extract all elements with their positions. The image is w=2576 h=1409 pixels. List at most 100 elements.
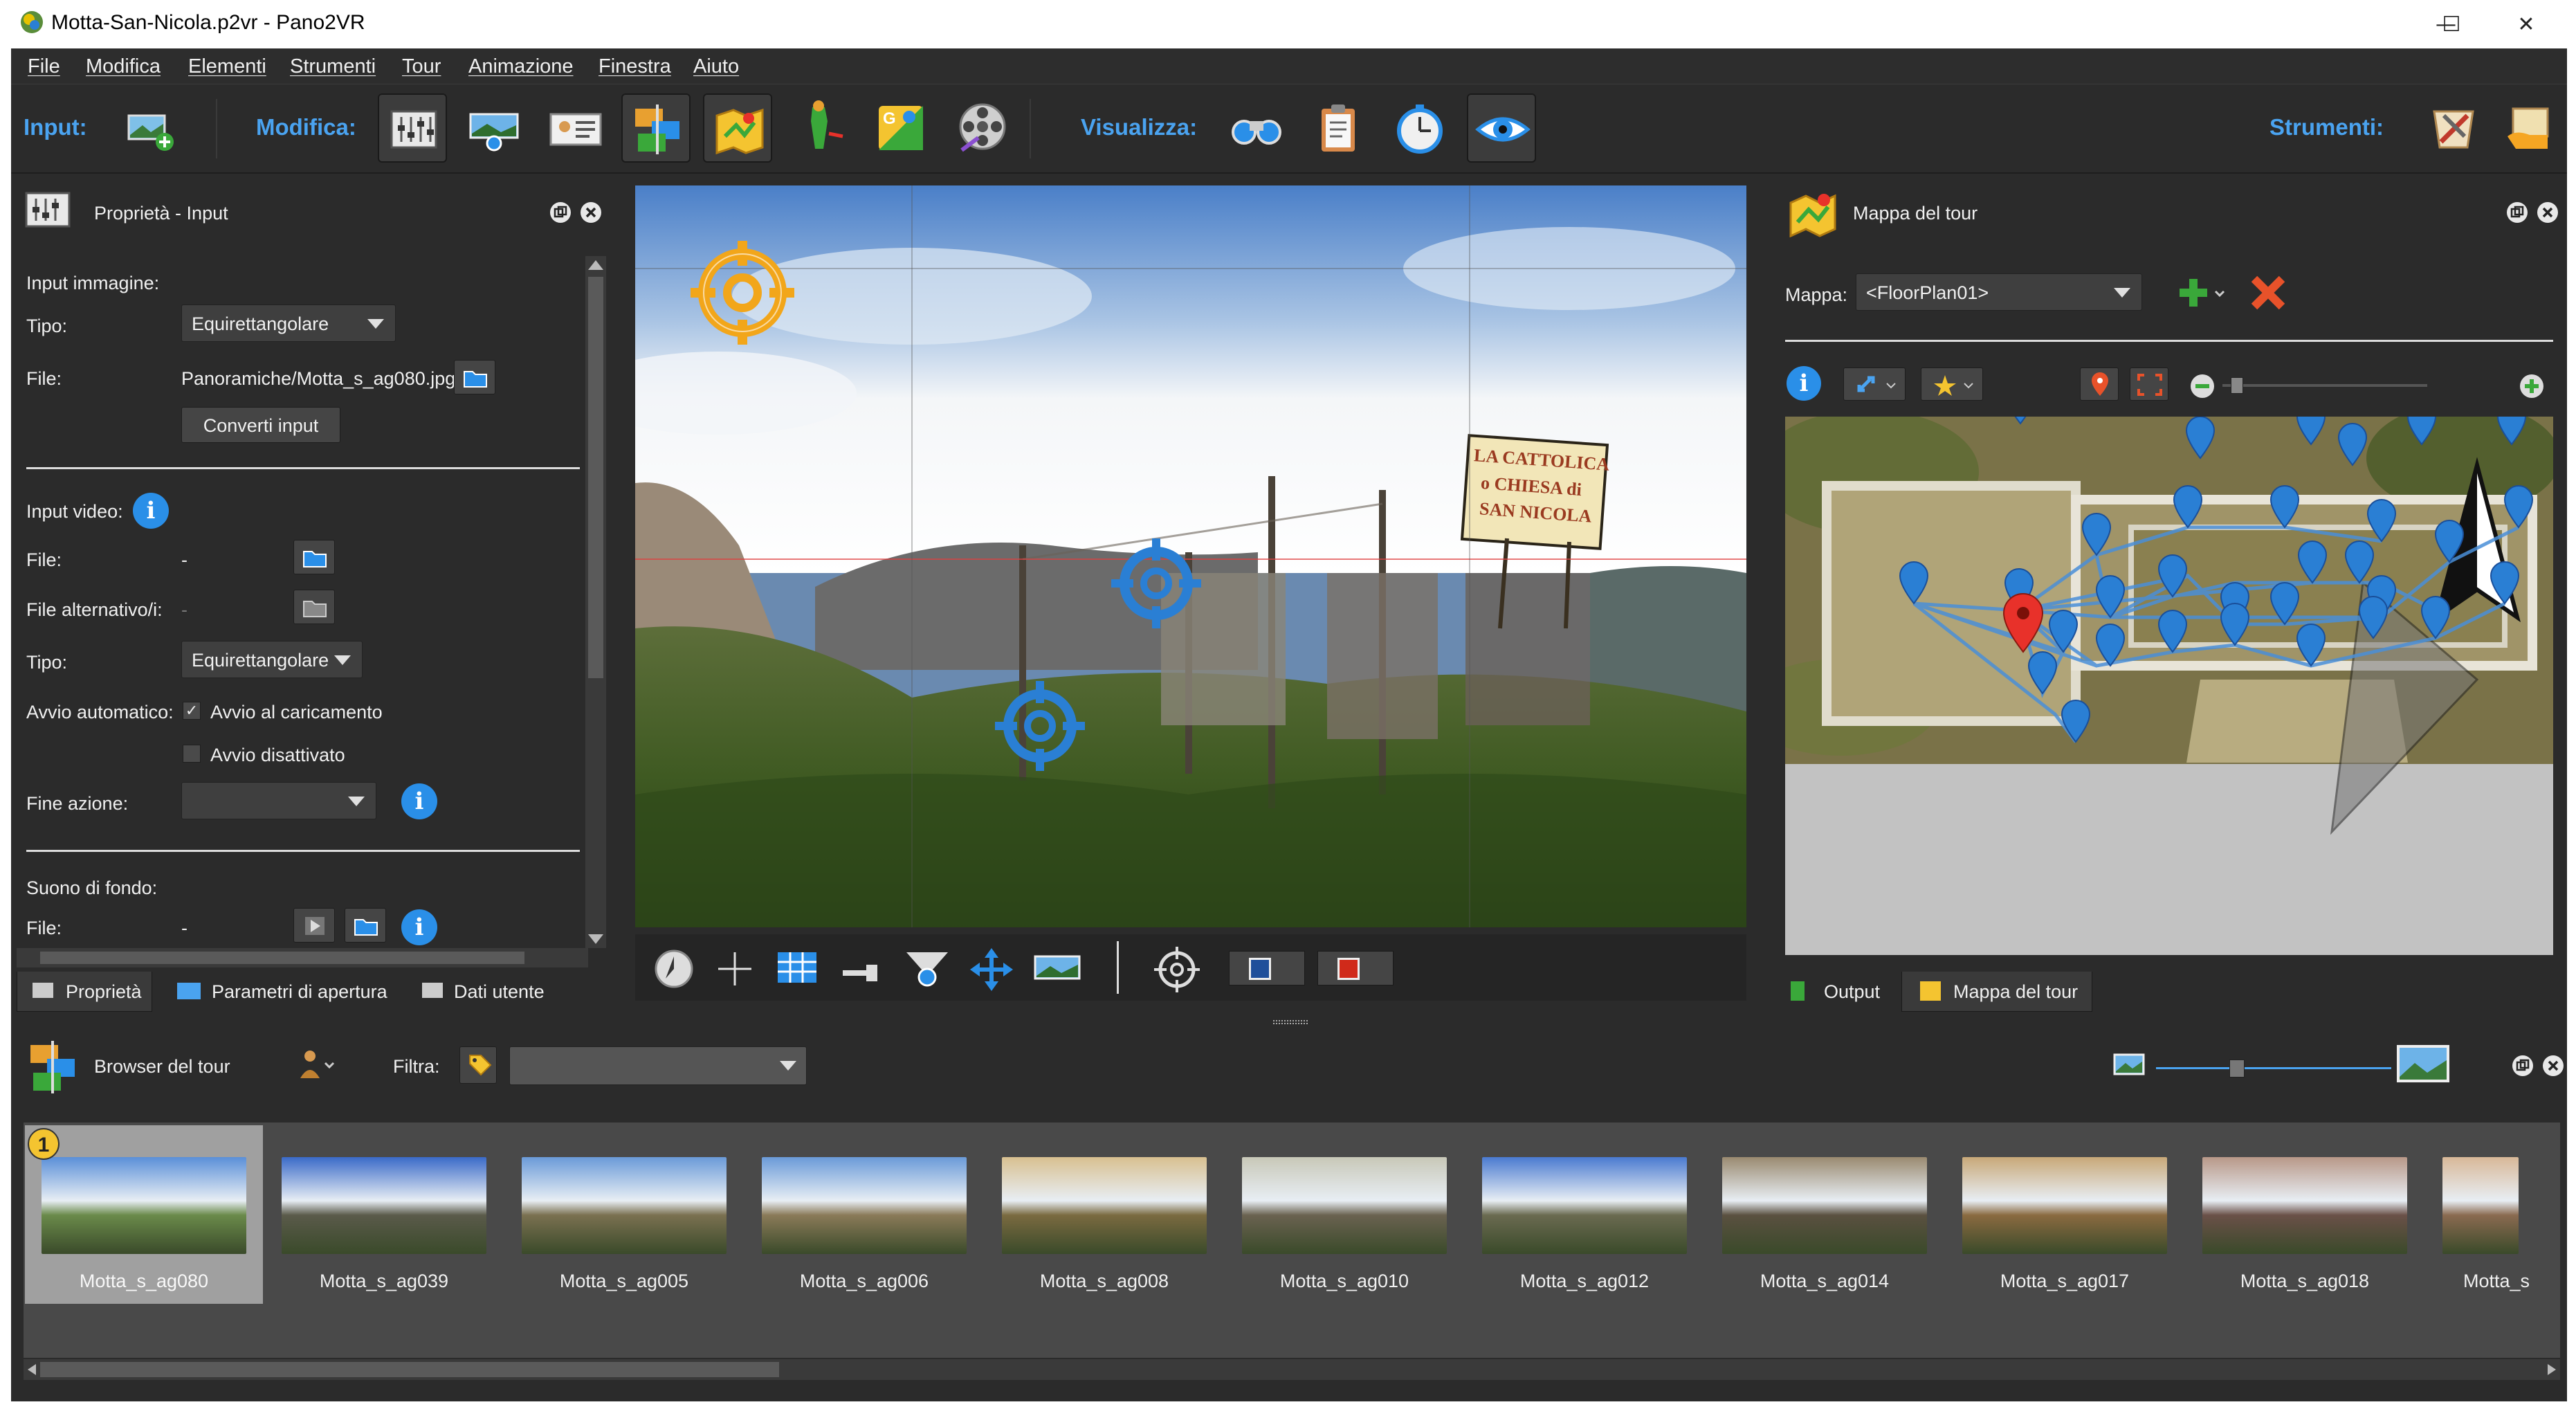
link-mode-button[interactable] xyxy=(1843,367,1906,401)
tab-output[interactable]: Output xyxy=(1773,972,1897,1012)
add-pin-button[interactable] xyxy=(2080,367,2119,401)
active-map-pin-icon[interactable] xyxy=(2002,593,2044,653)
image-type-select[interactable]: Equirettangolare xyxy=(181,304,396,342)
sort-person-icon[interactable] xyxy=(295,1048,338,1082)
info-icon[interactable]: i xyxy=(401,783,437,819)
splitter-handle[interactable] xyxy=(1273,1020,1308,1024)
map-pin-icon[interactable] xyxy=(2095,575,2126,619)
browse-video-button[interactable] xyxy=(293,540,335,574)
tab-user-data[interactable]: Dati utente xyxy=(404,972,560,1012)
autostart-on-checkbox[interactable]: ✓ xyxy=(183,702,201,720)
fit-map-button[interactable] xyxy=(2130,367,2168,401)
close-panel-icon[interactable] xyxy=(580,201,602,224)
tour-browser-button[interactable] xyxy=(621,93,691,163)
tab-tour-map[interactable]: Mappa del tour xyxy=(1901,972,2092,1012)
user-data-icon[interactable] xyxy=(541,93,610,163)
marker-style-button[interactable] xyxy=(1921,367,1983,401)
browse-alt-file-button[interactable] xyxy=(293,590,335,624)
clipboard-icon[interactable] xyxy=(1304,93,1373,163)
compass-icon[interactable] xyxy=(653,948,695,990)
crosshair-plus-icon[interactable] xyxy=(715,949,754,988)
map-pin-icon[interactable] xyxy=(2344,540,2375,584)
scroll-thumb[interactable] xyxy=(40,952,524,964)
large-thumbnail-icon[interactable] xyxy=(2395,1042,2451,1087)
scroll-thumb[interactable] xyxy=(588,277,603,678)
viewing-parameters-icon[interactable] xyxy=(459,93,529,163)
map-pin-icon[interactable] xyxy=(2490,561,2520,605)
hotspot-target-icon[interactable] xyxy=(995,681,1085,771)
panorama-viewer[interactable]: LA CATTOLICA o CHIESA di SAN NICOLA xyxy=(635,185,1746,927)
filter-input[interactable] xyxy=(509,1046,807,1085)
map-pin-icon[interactable] xyxy=(2496,417,2527,446)
info-icon[interactable]: i xyxy=(133,493,169,529)
properties-vertical-scrollbar[interactable] xyxy=(585,256,606,948)
add-map-icon[interactable] xyxy=(2175,273,2231,312)
map-pin-icon[interactable] xyxy=(2297,540,2328,584)
map-pin-icon[interactable] xyxy=(2296,417,2326,446)
properties-horizontal-scrollbar[interactable] xyxy=(17,948,588,967)
map-pin-icon[interactable] xyxy=(2081,513,2112,556)
add-input-icon[interactable] xyxy=(115,93,184,163)
autostart-off-checkbox[interactable] xyxy=(183,745,201,763)
map-pin-icon[interactable] xyxy=(2366,499,2397,543)
floor-plan-map[interactable] xyxy=(1785,417,2553,955)
map-pin-icon[interactable] xyxy=(2269,582,2300,626)
map-pin-icon[interactable] xyxy=(2157,610,2188,653)
menu-finestra[interactable]: Finestra xyxy=(599,55,671,78)
close-panel-icon[interactable] xyxy=(2537,201,2559,224)
map-pin-icon[interactable] xyxy=(1899,561,1929,605)
menu-tour[interactable]: Tour xyxy=(402,55,441,78)
scroll-thumb[interactable] xyxy=(40,1362,779,1377)
panorama-view-icon[interactable] xyxy=(1032,948,1082,990)
hotspot-target-icon[interactable] xyxy=(1111,538,1201,628)
binoculars-icon[interactable] xyxy=(1222,93,1291,163)
video-type-select[interactable]: Equirettangolare xyxy=(181,641,363,678)
grid-icon[interactable] xyxy=(774,947,822,991)
menu-modifica[interactable]: Modifica xyxy=(86,55,161,78)
properties-sliders-button[interactable] xyxy=(378,93,447,163)
tools-wrench-icon[interactable] xyxy=(2419,93,2488,163)
browse-sound-button[interactable] xyxy=(345,908,386,943)
zoom-out-icon[interactable] xyxy=(2189,373,2216,399)
info-icon[interactable]: i xyxy=(1787,366,1821,401)
map-pin-icon[interactable] xyxy=(2358,596,2388,639)
play-sound-button[interactable] xyxy=(293,908,335,943)
map-pin-icon[interactable] xyxy=(2027,651,2058,695)
close-button[interactable]: ✕ xyxy=(2502,6,2550,43)
map-pin-icon[interactable] xyxy=(2095,624,2126,667)
map-pin-icon[interactable] xyxy=(2420,596,2451,639)
float-panel-icon[interactable] xyxy=(2512,1055,2534,1077)
close-panel-icon[interactable] xyxy=(2542,1055,2564,1077)
map-pin-icon[interactable] xyxy=(2173,485,2203,529)
slider-thumb[interactable] xyxy=(2229,1060,2245,1078)
target-icon[interactable] xyxy=(1153,945,1201,994)
float-panel-icon[interactable] xyxy=(2506,201,2528,224)
animation-film-icon[interactable] xyxy=(948,93,1017,163)
panorama-thumbnail[interactable] xyxy=(522,1157,727,1254)
panorama-thumbnail[interactable] xyxy=(762,1157,967,1254)
maximize-button[interactable]: ☐ xyxy=(2427,6,2476,43)
google-street-view-icon[interactable]: G xyxy=(866,93,935,163)
panorama-thumbnail[interactable] xyxy=(1482,1157,1687,1254)
viewing-cone-icon[interactable] xyxy=(902,945,952,992)
menu-animazione[interactable]: Animazione xyxy=(468,55,574,78)
map-pin-icon[interactable] xyxy=(2337,423,2368,466)
panorama-thumbnail[interactable] xyxy=(282,1157,486,1254)
panorama-thumbnail[interactable] xyxy=(1242,1157,1447,1254)
move-arrows-icon[interactable] xyxy=(967,945,1016,994)
zoom-in-icon[interactable] xyxy=(2519,373,2545,399)
panorama-thumbnail[interactable] xyxy=(2202,1157,2407,1254)
polygon-color-picker-red[interactable] xyxy=(1317,951,1394,985)
panorama-thumbnail[interactable] xyxy=(1002,1157,1207,1254)
convert-input-button[interactable]: Converti input xyxy=(181,407,340,443)
panorama-thumbnail[interactable] xyxy=(1962,1157,2167,1254)
panorama-thumbnail[interactable] xyxy=(2442,1157,2519,1254)
menu-aiuto[interactable]: Aiuto xyxy=(693,55,739,78)
menu-strumenti[interactable]: Strumenti xyxy=(290,55,376,78)
tab-opening-parameters[interactable]: Parametri di apertura xyxy=(159,972,394,1012)
map-pin-icon[interactable] xyxy=(2157,554,2188,598)
map-pin-icon[interactable] xyxy=(2185,417,2216,460)
map-pin-icon[interactable] xyxy=(2406,417,2437,446)
hotspot-target-icon-selected[interactable] xyxy=(691,241,794,345)
slider-thumb[interactable] xyxy=(2231,377,2243,394)
